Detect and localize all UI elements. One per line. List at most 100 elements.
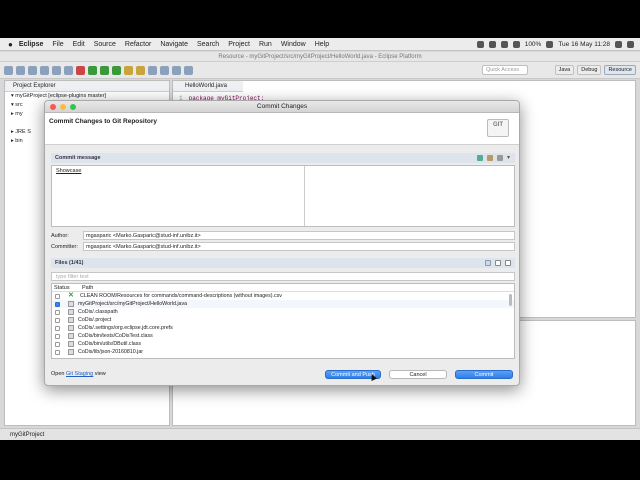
main-toolbar <box>0 62 640 79</box>
save-icon[interactable] <box>16 65 25 75</box>
scrollbar[interactable] <box>509 294 512 306</box>
menu-window[interactable]: Window <box>281 41 306 48</box>
column-status[interactable]: Status <box>52 284 80 291</box>
menu-navigate[interactable]: Navigate <box>160 41 188 48</box>
open-type-icon[interactable] <box>148 65 157 75</box>
menu-refactor[interactable]: Refactor <box>125 41 151 48</box>
files-section: Files (1/41) <box>51 258 515 268</box>
file-checkbox[interactable] <box>55 317 60 323</box>
show-untracked-icon[interactable] <box>485 260 491 266</box>
file-checkbox[interactable] <box>55 309 60 315</box>
quick-access-input[interactable]: Quick Access <box>482 65 528 75</box>
java-icon[interactable] <box>64 65 73 75</box>
filter-input[interactable]: type filter text <box>51 272 515 281</box>
table-row[interactable]: CoDis/lib/json-20160810.jar <box>52 348 514 356</box>
file-icon <box>68 341 74 347</box>
files-table: Status Path ✕ CLEAN ROOM/Resources for co… <box>51 283 515 359</box>
record-icon[interactable] <box>476 40 484 48</box>
new-package-icon[interactable] <box>124 65 133 75</box>
table-row[interactable]: CoDis/bin/utils/DButil.class <box>52 340 514 348</box>
run-icon[interactable] <box>100 65 109 75</box>
uncheck-all-icon[interactable] <box>505 260 511 266</box>
file-path: myGitProject/src/myGitProject/HelloWorld… <box>78 301 188 307</box>
notification-icon[interactable] <box>627 40 634 48</box>
add-signed-off-icon[interactable] <box>477 155 483 161</box>
status-bar: myGitProject <box>0 428 640 440</box>
close-icon[interactable] <box>50 104 56 110</box>
amend-icon[interactable] <box>487 155 493 161</box>
menu-help[interactable]: Help <box>315 41 329 48</box>
commit-message-input[interactable]: Showcase <box>51 165 515 227</box>
cancel-button[interactable]: Cancel <box>389 370 447 379</box>
file-checkbox[interactable] <box>55 293 60 299</box>
external-tools-icon[interactable] <box>112 65 121 75</box>
debug-icon[interactable] <box>88 65 97 75</box>
search-icon[interactable] <box>160 65 169 75</box>
perspective-debug[interactable]: Debug <box>577 65 602 75</box>
perspective-java[interactable]: Java <box>554 65 575 75</box>
check-all-icon[interactable] <box>495 260 501 266</box>
menu-run[interactable]: Run <box>259 41 272 48</box>
window-title: Resource - myGitProject/src/myGitProject… <box>0 52 640 62</box>
commit-button[interactable]: Commit <box>455 370 513 379</box>
battery-icon[interactable] <box>546 40 554 48</box>
file-checkbox[interactable] <box>55 333 60 339</box>
table-row[interactable]: CoDis/.classpath <box>52 308 514 316</box>
tab-hello-world[interactable]: HelloWorld.java <box>173 81 243 92</box>
change-id-icon[interactable] <box>497 155 503 161</box>
menu-app-name[interactable]: Eclipse <box>19 41 44 48</box>
new-icon[interactable] <box>4 65 13 75</box>
table-row[interactable]: CoDis/.project <box>52 316 514 324</box>
files-label: Files (1/41) <box>55 260 84 266</box>
file-icon <box>68 301 74 307</box>
forward-icon[interactable] <box>184 65 193 75</box>
tab-project-explorer[interactable]: Project Explorer <box>5 81 169 92</box>
perspective-switcher: Java Debug Resource <box>554 65 636 75</box>
back-icon[interactable] <box>172 65 181 75</box>
committer-field[interactable]: mgasparic <Marko.Gasparic@stud-inf.unibz… <box>83 242 515 251</box>
zoom-icon[interactable] <box>70 104 76 110</box>
file-path: CoDis/.classpath <box>78 309 118 315</box>
table-row[interactable]: ✕ CLEAN ROOM/Resources for commands/comma… <box>52 292 514 300</box>
file-checkbox[interactable] <box>55 349 60 355</box>
new-class-icon[interactable] <box>136 65 145 75</box>
git-staging-link[interactable]: Git Staging <box>66 371 93 377</box>
conflict-icon: ✕ <box>68 292 74 299</box>
table-row[interactable]: CoDis/.settings/org.eclipse.jdt.core.pre… <box>52 324 514 332</box>
spotlight-icon[interactable] <box>615 40 622 48</box>
file-checkbox[interactable] <box>55 341 60 347</box>
chevron-down-icon[interactable]: ▾ <box>507 155 513 161</box>
author-field[interactable]: mgasparic <Marko.Gasparic@stud-inf.unibz… <box>83 231 515 240</box>
minimize-icon[interactable] <box>60 104 66 110</box>
window-controls <box>50 104 76 110</box>
commit-message-text: Showcase <box>56 168 82 174</box>
file-icon <box>68 333 74 339</box>
menubar-tray: 100% Tue 16 May 11:28 <box>476 40 640 48</box>
stop-icon[interactable] <box>76 65 85 75</box>
table-row[interactable]: CoDis/bin/tests/CoDisTest.class <box>52 332 514 340</box>
commit-message-section: Commit message <box>51 153 515 163</box>
open-staging-text: Open Git Staging view <box>51 371 106 377</box>
column-path[interactable]: Path <box>80 284 93 291</box>
file-checkbox[interactable] <box>55 301 60 307</box>
file-path: CoDis/bin/tests/CoDisTest.class <box>78 333 153 339</box>
volume-icon[interactable] <box>512 40 520 48</box>
print-icon[interactable] <box>28 65 37 75</box>
terminal-icon[interactable] <box>40 65 49 75</box>
menu-source[interactable]: Source <box>94 41 116 48</box>
menu-file[interactable]: File <box>52 41 63 48</box>
dropbox-icon[interactable] <box>488 40 496 48</box>
clock[interactable]: Tue 16 May 11:28 <box>558 41 610 48</box>
table-row[interactable]: myGitProject/src/myGitProject/HelloWorld… <box>52 300 514 308</box>
menu-search[interactable]: Search <box>197 41 219 48</box>
file-path: CoDis/.settings/org.eclipse.jdt.core.pre… <box>78 325 173 331</box>
menu-project[interactable]: Project <box>228 41 250 48</box>
menu-edit[interactable]: Edit <box>73 41 85 48</box>
perspective-resource[interactable]: Resource <box>604 65 636 75</box>
file-checkbox[interactable] <box>55 325 60 331</box>
file-icon <box>68 325 74 331</box>
wifi-icon[interactable] <box>500 40 508 48</box>
build-icon[interactable] <box>52 65 61 75</box>
author-label: Author: <box>51 233 69 239</box>
apple-icon[interactable]: ● <box>8 40 13 49</box>
